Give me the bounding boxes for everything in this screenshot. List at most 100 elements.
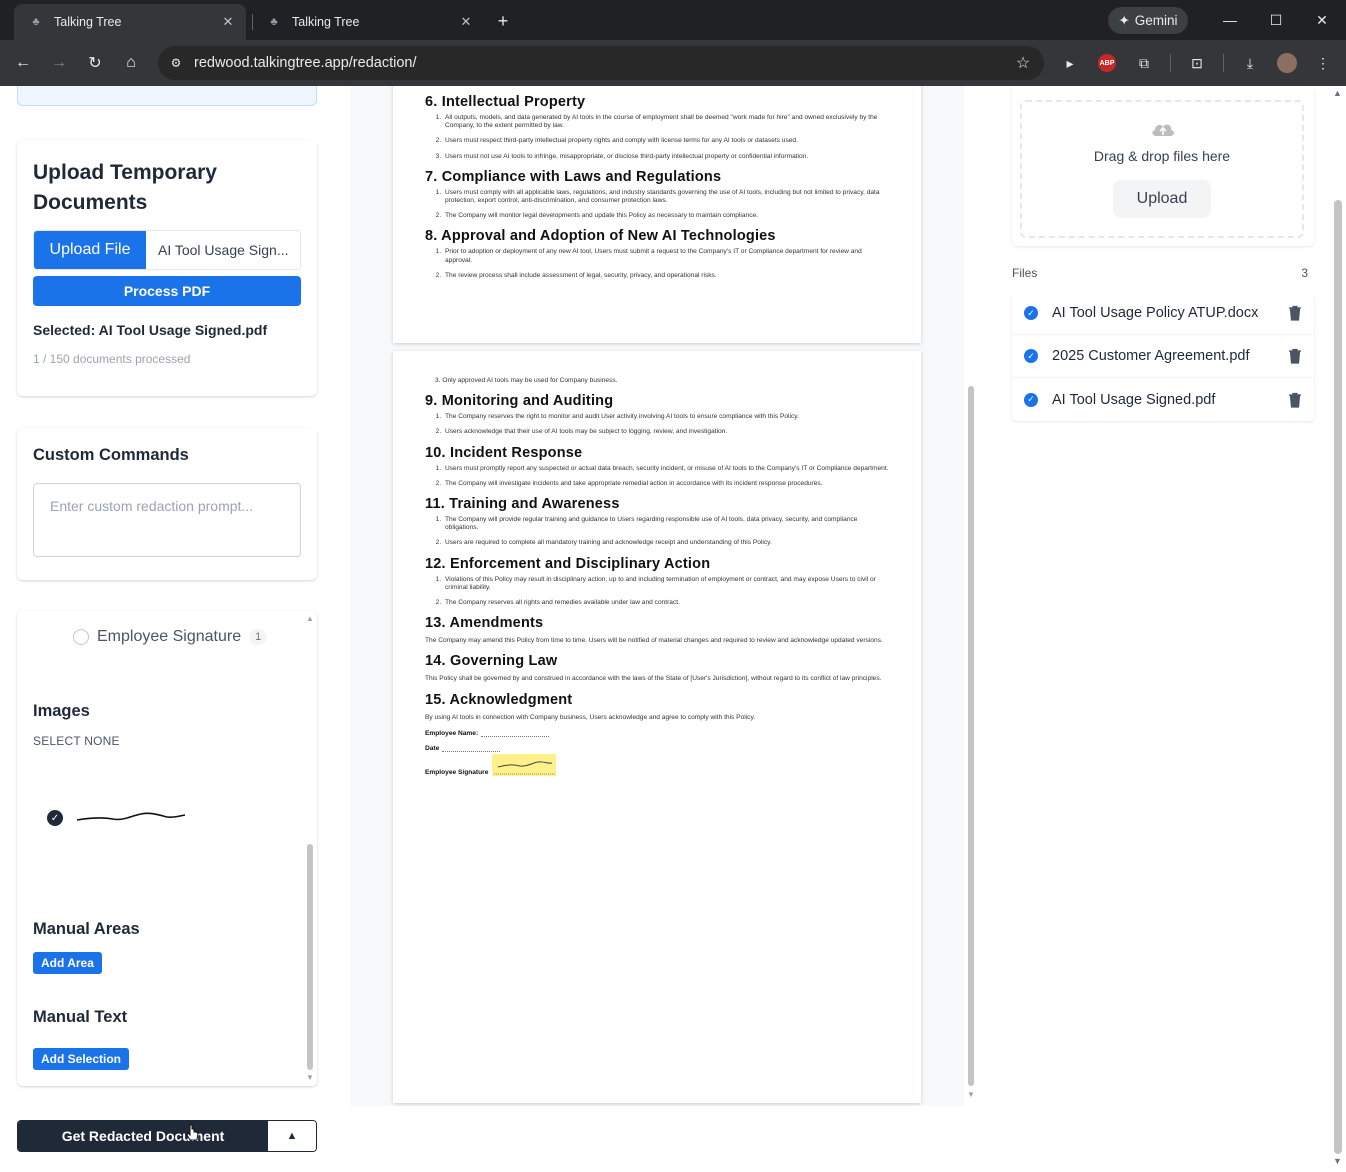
list-item: Violations of this Policy may result in … [443,576,889,592]
scroll-down-arrow-icon[interactable]: ▼ [306,1073,314,1082]
panel-scrollbar[interactable]: ▲ ▼ [305,614,315,1082]
page-viewport: Upload Temporary Documents Upload File A… [0,86,1346,1172]
new-tab-plus-icon[interactable]: + [492,10,514,32]
list-item[interactable]: ✓ 2025 Customer Agreement.pdf [1012,335,1314,378]
manual-areas-title: Manual Areas [33,920,140,938]
browser-tab-2[interactable]: ♣ Talking Tree ✕ [252,4,484,40]
signature-thumbnail [76,812,186,821]
section-heading: 14. Governing Law [425,653,558,670]
images-title: Images [33,702,90,720]
check-circle-icon: ✓ [1024,392,1038,407]
trash-icon[interactable] [1288,348,1302,364]
get-redacted-document-button[interactable]: Get Redacted Document [18,1121,268,1151]
upload-file-button[interactable]: Upload File [34,231,146,269]
tab-search-icon[interactable]: ⊡ [1186,52,1208,74]
scrollbar-thumb[interactable] [307,844,313,1070]
employee-name-field: Employee Name: [425,730,889,737]
scrollbar-thumb[interactable] [1334,200,1342,1154]
scroll-down-arrow-icon[interactable]: ▼ [1333,1156,1342,1166]
file-picker: Upload File AI Tool Usage Sign... [33,230,301,270]
section-paragraph: The Company may amend this Policy from t… [425,637,883,645]
date-field: Date [425,745,889,752]
section-list: Users must comply with all applicable la… [443,189,889,221]
hand-cursor-icon [186,1124,199,1141]
list-item: All outputs, models, and data generated … [443,114,889,130]
signature-redaction-highlight[interactable] [492,753,565,776]
minimize-icon[interactable]: — [1216,8,1244,32]
forward-arrow-icon[interactable]: → [47,51,71,75]
profile-avatar[interactable] [1277,53,1297,73]
url-text[interactable]: redwood.talkingtree.app/redaction/ [194,55,1010,71]
list-item: Users must not use AI tools to infringe,… [443,153,889,161]
right-sidebar: Drag & drop files here Upload Files 3 ✓ … [996,86,1330,1172]
caret-up-icon[interactable]: ▲ [268,1121,316,1151]
close-tab-icon[interactable]: ✕ [220,14,236,30]
section-paragraph: This Policy shall be governed by and con… [425,675,882,683]
extension-media-icon[interactable]: ▸ [1059,52,1081,74]
process-pdf-button[interactable]: Process PDF [33,276,301,306]
upload-button[interactable]: Upload [1113,180,1211,218]
bookmark-star-icon[interactable]: ☆ [1010,53,1036,73]
omnibox[interactable]: ⚙ redwood.talkingtree.app/redaction/ ☆ [158,46,1044,80]
redaction-targets-card: Employee Signature 1 Images SELECT NONE … [17,610,317,1086]
selected-file-name[interactable]: AI Tool Usage Sign... [146,231,300,269]
download-icon[interactable]: ⤓ [1239,52,1261,74]
list-item: Users must comply with all applicable la… [443,189,889,205]
back-arrow-icon[interactable]: ← [11,51,35,75]
section-heading: 7. Compliance with Laws and Regulations [425,168,722,185]
section-list: Violations of this Policy may result in … [443,576,889,608]
maximize-icon[interactable]: ☐ [1262,8,1290,32]
add-selection-button[interactable]: Add Selection [33,1048,130,1070]
select-none-link[interactable]: SELECT NONE [33,734,120,748]
extensions-puzzle-icon[interactable]: ⧉ [1133,52,1155,74]
tree-favicon-icon: ♣ [270,16,278,28]
file-name[interactable]: AI Tool Usage Signed.pdf [1052,392,1288,408]
list-item: The Company will provide regular trainin… [443,516,889,532]
list-item: Users are required to complete all manda… [443,539,889,547]
toolbar-separator [1170,54,1171,72]
close-tab-icon[interactable]: ✕ [458,14,474,30]
signature-image-item[interactable]: ✓ [47,810,187,826]
field-label: Employee Name: [425,729,479,737]
section-heading: 11. Training and Awareness [425,496,620,513]
check-circle-icon: ✓ [1024,306,1038,320]
gemini-button[interactable]: ✦ Gemini [1108,7,1188,34]
custom-command-input[interactable]: Enter custom redaction prompt... [33,483,301,557]
list-item: 3. Only approved AI tools may be used fo… [435,377,618,384]
scroll-up-arrow-icon[interactable]: ▲ [1333,88,1342,98]
file-name[interactable]: 2025 Customer Agreement.pdf [1052,348,1288,364]
tree-favicon-icon: ♣ [32,16,40,28]
upload-card-title: Upload Temporary Documents [33,161,217,214]
list-item: Prior to adoption or deployment of any n… [443,248,889,264]
trash-icon[interactable] [1288,305,1302,321]
list-item[interactable]: Employee Signature 1 [73,628,268,646]
close-window-icon[interactable]: ✕ [1308,8,1336,32]
list-item: The review process shall include assessm… [443,272,889,280]
site-settings-icon[interactable]: ⚙ [166,53,186,73]
checked-circle-icon[interactable]: ✓ [47,810,63,826]
check-circle-icon: ✓ [1024,349,1038,363]
files-header: Files 3 [1012,266,1308,280]
reload-icon[interactable]: ↻ [83,51,107,75]
files-label: Files [1012,266,1038,280]
toolbar-separator [1223,54,1224,72]
list-item[interactable]: ✓ AI Tool Usage Policy ATUP.docx [1012,292,1314,335]
list-item[interactable]: ✓ AI Tool Usage Signed.pdf [1012,378,1314,421]
menu-kebab-icon[interactable]: ⋮ [1312,52,1334,74]
viewer-scrollbar[interactable]: ▼ [964,86,978,1106]
scroll-down-arrow-icon[interactable]: ▼ [967,1090,975,1099]
scroll-up-arrow-icon[interactable]: ▲ [306,614,314,623]
drag-drop-zone[interactable]: Drag & drop files here Upload [1020,100,1304,238]
add-area-button[interactable]: Add Area [33,952,102,974]
trash-icon[interactable] [1288,392,1302,408]
upload-dropzone-card: Drag & drop files here Upload [1012,86,1314,246]
employee-signature-radio[interactable] [73,629,89,645]
section-heading: 10. Incident Response [425,444,583,461]
home-icon[interactable]: ⌂ [119,51,143,75]
adblock-icon[interactable]: ABP [1098,54,1116,72]
scrollbar-thumb[interactable] [968,386,974,1086]
browser-tab-1[interactable]: ♣ Talking Tree ✕ [14,4,246,40]
file-name[interactable]: AI Tool Usage Policy ATUP.docx [1052,305,1288,321]
document-viewer[interactable]: 6. Intellectual Property All outputs, mo… [350,86,964,1106]
page-scrollbar[interactable]: ▲ ▼ [1330,86,1346,1172]
